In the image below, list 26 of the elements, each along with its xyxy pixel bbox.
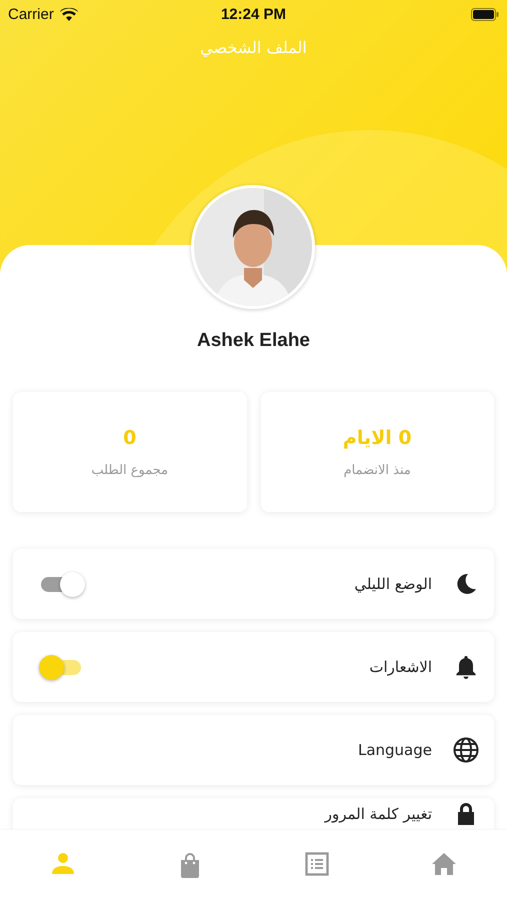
bell-icon (455, 655, 477, 679)
shopping-bag-icon[interactable] (179, 852, 202, 878)
stat-label: منذ الانضمام (344, 462, 411, 478)
stat-label: مجموع الطلب (91, 462, 168, 478)
toggle-switch[interactable] (39, 571, 85, 597)
battery-icon (470, 8, 499, 20)
stat-value: 0 (123, 426, 136, 448)
wifi-icon (60, 8, 78, 20)
settings-label: الوضع الليلي (354, 575, 432, 593)
home-icon[interactable] (430, 852, 457, 876)
settings-row[interactable]: تغيير كلمة المرور (13, 798, 494, 830)
settings-label: الاشعارات (369, 658, 432, 676)
settings-row[interactable]: الوضع الليلي (13, 549, 494, 619)
globe-icon (453, 737, 479, 763)
settings-row[interactable]: Language (13, 715, 494, 785)
settings-label: تغيير كلمة المرور (324, 805, 432, 823)
list-icon[interactable] (304, 852, 329, 876)
lock-icon (455, 802, 477, 826)
settings-row[interactable]: الاشعارات (13, 632, 494, 702)
settings-label: Language (358, 741, 432, 759)
page-title: الملف الشخصي (200, 38, 307, 57)
user-name: Ashek Elahe (197, 330, 310, 351)
carrier-label: Carrier (8, 6, 54, 22)
clock-time: 12:24 PM (220, 6, 286, 22)
person-icon[interactable] (52, 852, 74, 874)
stat-value: 0 الايام (342, 426, 412, 448)
